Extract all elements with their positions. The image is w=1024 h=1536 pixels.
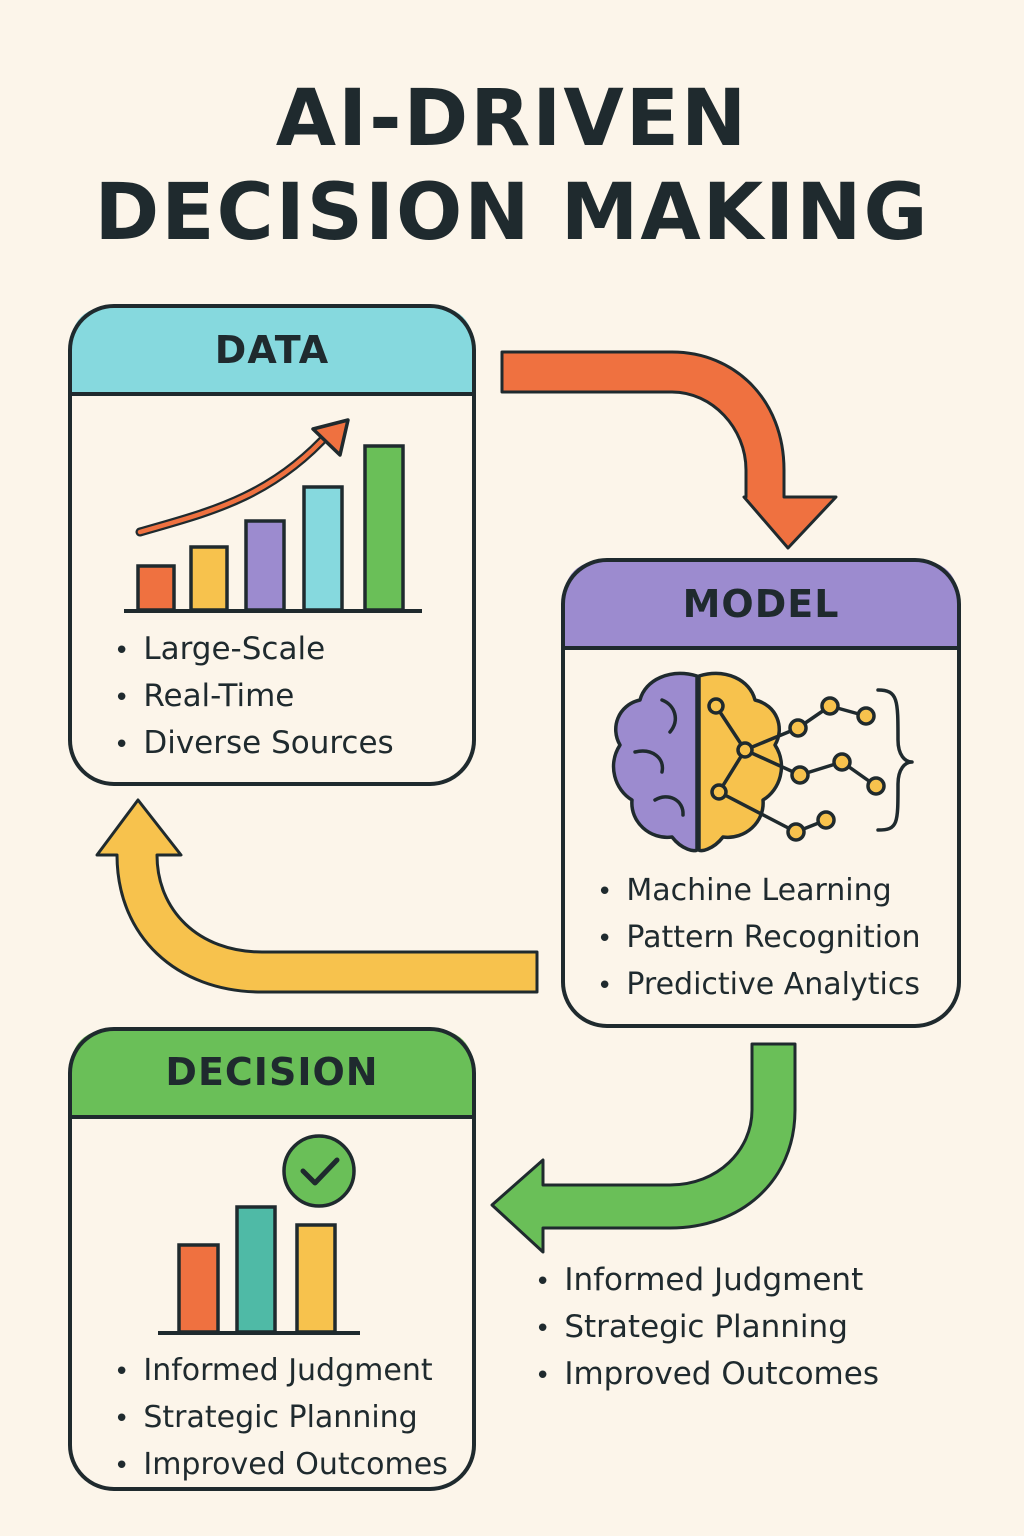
brain-network-icon [611, 671, 914, 853]
data-card-title: DATA [214, 328, 330, 372]
arrow-model-to-decision [490, 1042, 797, 1254]
list-item: Improved Outcomes [535, 1352, 879, 1399]
list-item: Strategic Planning [535, 1305, 879, 1352]
list-item: Predictive Analytics [597, 962, 920, 1009]
data-card-list: Large-Scale Real-Time Diverse Sources [114, 627, 394, 768]
arrow-model-to-data [95, 798, 539, 994]
list-item: Large-Scale [114, 627, 394, 674]
list-item: Improved Outcomes [114, 1442, 447, 1489]
bar-chart-with-checkmark-icon [158, 1134, 360, 1335]
list-item: Informed Judgment [114, 1348, 448, 1395]
list-item: Machine Learning [597, 868, 920, 915]
list-item: Diverse Sources [114, 721, 393, 768]
model-card-title: MODEL [682, 582, 840, 626]
arrow-data-to-model [500, 350, 838, 550]
list-item: Real-Time [114, 674, 394, 721]
bar-chart-with-rising-arrow-icon [124, 418, 422, 613]
decision-card-title: DECISION [165, 1050, 379, 1094]
list-item: Strategic Planning [114, 1395, 448, 1442]
outcomes-list: Informed Judgment Strategic Planning Imp… [535, 1258, 879, 1399]
model-card-list: Machine Learning Pattern Recognition Pre… [597, 868, 920, 1009]
list-item: Informed Judgment [535, 1258, 879, 1305]
decision-card-list: Informed Judgment Strategic Planning Imp… [114, 1348, 448, 1489]
list-item: Pattern Recognition [597, 915, 920, 962]
